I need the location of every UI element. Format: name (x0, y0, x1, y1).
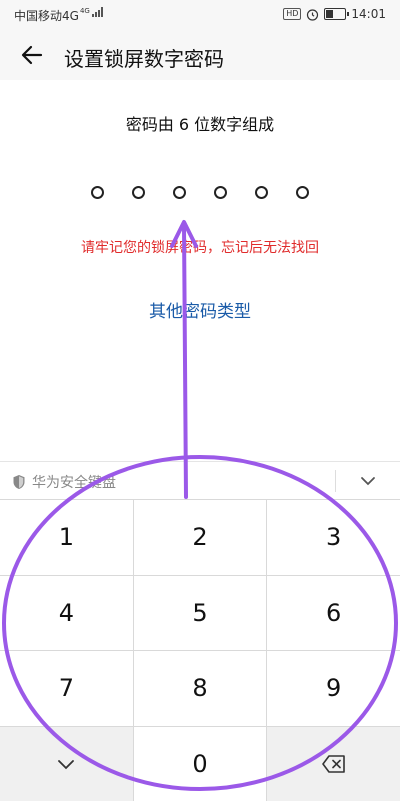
pin-dot (132, 186, 145, 199)
delete-key[interactable] (267, 727, 400, 801)
key-2[interactable]: 2 (134, 500, 267, 575)
battery-level (326, 10, 332, 18)
title-bar: 设置锁屏数字密码 (0, 30, 400, 80)
key-0[interactable]: 0 (134, 727, 267, 801)
arrow-left-icon (18, 41, 46, 69)
keyboard-header: 华为安全键盘 (0, 461, 400, 500)
key-4[interactable]: 4 (0, 576, 133, 651)
clock: 14:01 (351, 7, 386, 21)
hide-keyboard-key[interactable] (0, 727, 133, 801)
key-5[interactable]: 5 (134, 576, 267, 651)
password-hint: 密码由 6 位数字组成 (0, 111, 400, 135)
collapse-keyboard-button[interactable] (356, 471, 380, 491)
pin-dot (255, 186, 268, 199)
pin-dots (0, 186, 400, 199)
alarm-icon (306, 8, 319, 21)
hd-badge: HD (283, 8, 301, 20)
key-9[interactable]: 9 (267, 651, 400, 726)
key-7[interactable]: 7 (0, 651, 133, 726)
key-8[interactable]: 8 (134, 651, 267, 726)
key-1[interactable]: 1 (0, 500, 133, 575)
warning-text: 请牢记您的锁屏密码，忘记后无法找回 (0, 237, 400, 257)
pin-dot (214, 186, 227, 199)
status-bar: 中国移动4G 4G HD 14:01 (0, 0, 400, 30)
pin-dot (173, 186, 186, 199)
chevron-down-icon (356, 471, 380, 491)
keyboard-brand-label: 华为安全键盘 (32, 472, 116, 492)
battery-icon (324, 8, 346, 20)
signal-icon (92, 7, 103, 17)
other-password-types-link[interactable]: 其他密码类型 (0, 297, 400, 322)
carrier-label: 中国移动4G (14, 7, 79, 24)
page-title: 设置锁屏数字密码 (64, 43, 224, 72)
backspace-icon (321, 754, 347, 774)
keyboard-brand: 华为安全键盘 (12, 472, 116, 492)
pin-dot (91, 186, 104, 199)
key-6[interactable]: 6 (267, 576, 400, 651)
status-left: 中国移动4G 4G (14, 7, 103, 24)
status-right: HD 14:01 (283, 7, 386, 21)
chevron-down-icon (54, 754, 78, 774)
key-3[interactable]: 3 (267, 500, 400, 575)
annotation-arrow-shaft (184, 226, 186, 497)
pin-dot (296, 186, 309, 199)
divider (335, 470, 336, 492)
back-button[interactable] (18, 41, 46, 69)
shield-icon (12, 474, 26, 490)
network-badge: 4G (80, 7, 90, 15)
number-keypad: 1 2 3 4 5 6 7 8 9 0 (0, 499, 400, 801)
